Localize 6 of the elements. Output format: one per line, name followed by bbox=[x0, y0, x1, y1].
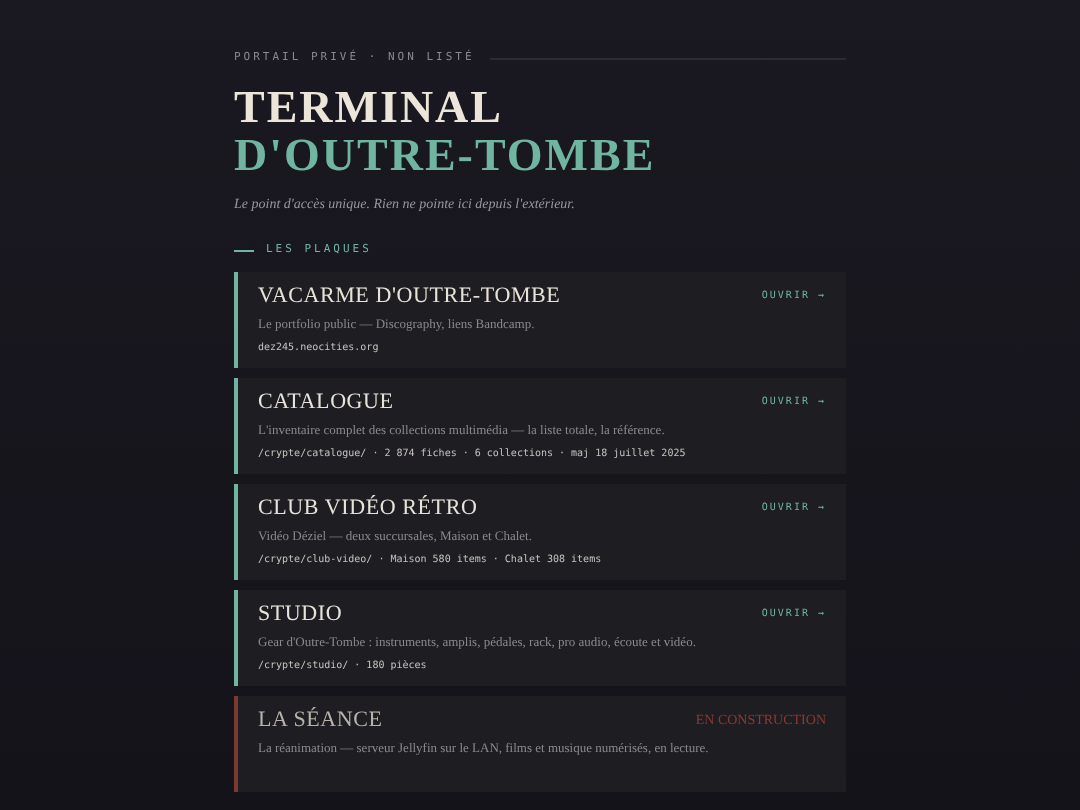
card-title: LA SÉANCE bbox=[258, 708, 383, 732]
card-title: CATALOGUE bbox=[258, 390, 394, 414]
card-title: CLUB VIDÉO RÉTRO bbox=[258, 496, 478, 520]
page-title: TERMINAL D'OUTRE-TOMBE bbox=[234, 84, 658, 180]
card-title: STUDIO bbox=[258, 602, 343, 626]
card-title: VACARME D'OUTRE-TOMBE bbox=[258, 284, 561, 308]
